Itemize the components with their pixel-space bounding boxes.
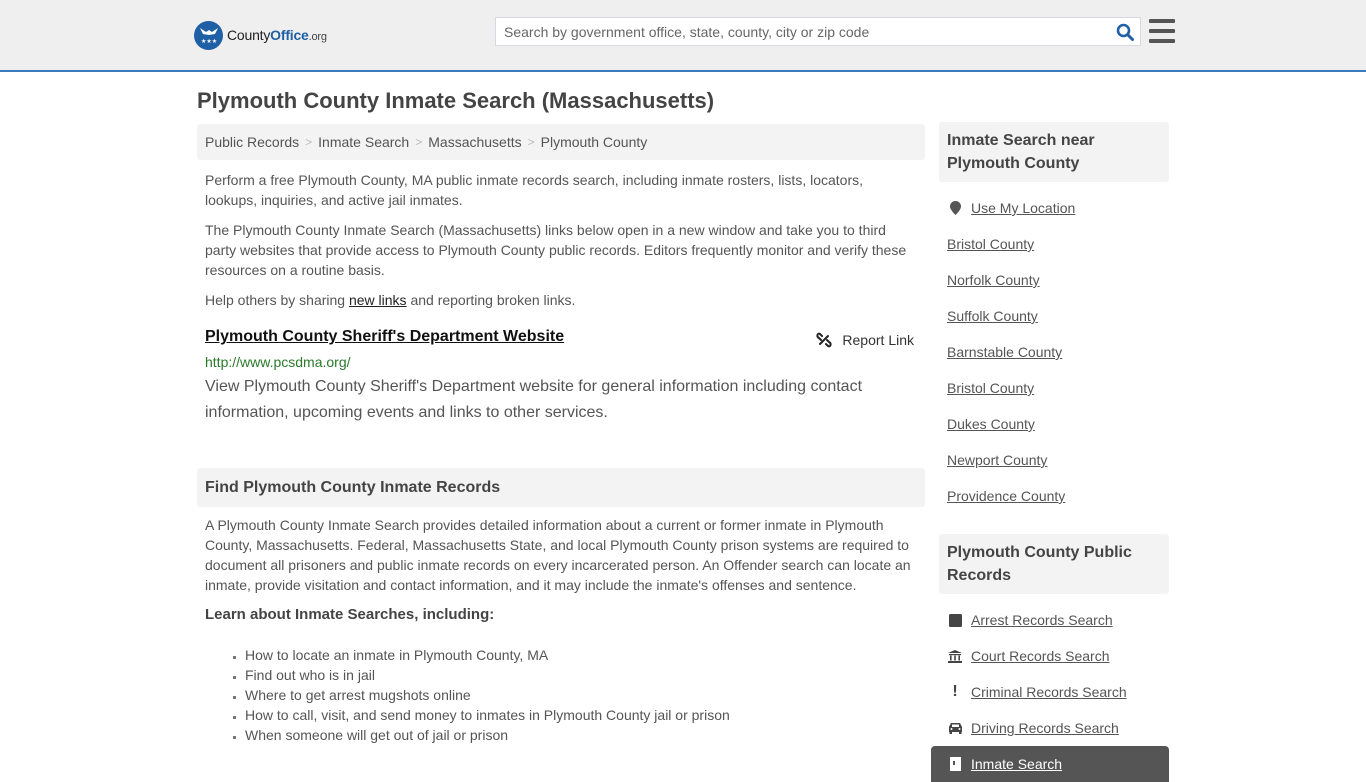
nearby-heading: Inmate Search near Plymouth County [939, 122, 1169, 182]
inmate-search-link[interactable]: Inmate Search [971, 756, 1062, 772]
share-links-paragraph: Help others by sharing new links and rep… [197, 290, 583, 310]
breadcrumb-separator: > [305, 135, 313, 149]
courthouse-icon [947, 649, 963, 663]
list-item: How to call, visit, and send money to in… [245, 705, 730, 725]
records-section-body: A Plymouth County Inmate Search provides… [205, 517, 911, 593]
resource-url: http://www.pcsdma.org/ [205, 354, 351, 370]
nearby-county-link[interactable]: Bristol County [947, 380, 1034, 396]
menu-bar [1149, 39, 1175, 43]
inmate-search-active-item[interactable]: Inmate Search [931, 746, 1169, 782]
menu-bar [1149, 29, 1175, 33]
list-item: How to locate an inmate in Plymouth Coun… [245, 645, 730, 665]
learn-heading: Learn about Inmate Searches, including: [205, 606, 495, 623]
site-search [495, 17, 1141, 46]
driving-records-link[interactable]: Driving Records Search [971, 720, 1119, 736]
nearby-item: Bristol County [947, 370, 1169, 406]
arrest-records-link[interactable]: Arrest Records Search [971, 612, 1113, 628]
page-title: Plymouth County Inmate Search (Massachus… [197, 88, 715, 113]
nearby-item: Suffolk County [947, 298, 1169, 334]
nearby-item: Dukes County [947, 406, 1169, 442]
jail-door-icon [947, 757, 963, 771]
broken-link-icon [816, 332, 832, 348]
nearby-county-link[interactable]: Barnstable County [947, 344, 1062, 360]
breadcrumb: Public Records > Inmate Search > Massach… [197, 124, 925, 160]
public-records-heading: Plymouth County Public Records [939, 534, 1169, 594]
menu-bar [1149, 19, 1175, 23]
site-header: ★★★ CountyOffice.org [0, 0, 1366, 72]
intro-paragraph: Perform a free Plymouth County, MA publi… [205, 172, 864, 208]
car-icon [947, 722, 963, 734]
use-my-location-link[interactable]: Use My Location [971, 200, 1075, 216]
nearby-item: Norfolk County [947, 262, 1169, 298]
arrest-square-icon [947, 613, 963, 627]
search-button[interactable] [1110, 18, 1140, 45]
exclamation-icon: ! [952, 683, 958, 700]
search-input[interactable] [496, 18, 1110, 45]
nearby-item: Newport County [947, 442, 1169, 478]
nearby-county-link[interactable]: Dukes County [947, 416, 1035, 432]
list-item: Where to get arrest mugshots online [245, 685, 730, 705]
new-links-link[interactable]: new links [349, 292, 407, 308]
court-records-link[interactable]: Court Records Search [971, 648, 1110, 664]
learn-list: How to locate an inmate in Plymouth Coun… [245, 645, 730, 745]
site-logo[interactable]: ★★★ CountyOffice.org [194, 20, 327, 50]
sidebar: Inmate Search near Plymouth County Use M… [931, 122, 1169, 782]
logo-text-office: Office [270, 27, 309, 43]
logo-wordmark: CountyOffice.org [227, 27, 327, 43]
disclaimer-paragraph: The Plymouth County Inmate Search (Massa… [205, 222, 907, 278]
nearby-list: Use My Location Bristol County Norfolk C… [939, 190, 1169, 514]
list-item: Find out who is in jail [245, 665, 730, 685]
share-text: and reporting broken links. [406, 292, 576, 308]
breadcrumb-separator: > [527, 135, 535, 149]
breadcrumb-public-records[interactable]: Public Records [205, 134, 299, 150]
public-records-item: Court Records Search [947, 638, 1169, 674]
breadcrumb-inmate-search[interactable]: Inmate Search [318, 134, 409, 150]
nearby-county-link[interactable]: Bristol County [947, 236, 1034, 252]
public-records-list: Arrest Records Search Court Records Sear… [939, 602, 1169, 746]
report-link-label: Report Link [842, 332, 914, 348]
resource-link-card: Plymouth County Sheriff's Department Web… [197, 328, 925, 426]
records-section-heading: Find Plymouth County Inmate Records [197, 468, 925, 507]
nearby-county-link[interactable]: Providence County [947, 488, 1065, 504]
search-icon [1116, 23, 1134, 41]
main-content: Public Records > Inmate Search > Massach… [197, 124, 925, 743]
map-marker-icon [947, 201, 963, 215]
share-text: Help others by sharing [205, 292, 349, 308]
eagle-logo-icon: ★★★ [194, 20, 223, 50]
nearby-county-link[interactable]: Newport County [947, 452, 1047, 468]
hamburger-menu-icon[interactable] [1149, 19, 1175, 43]
nearby-item: Providence County [947, 478, 1169, 514]
public-records-item: Arrest Records Search [947, 602, 1169, 638]
nearby-item: Bristol County [947, 226, 1169, 262]
report-link-button[interactable]: Report Link [816, 332, 914, 348]
criminal-records-link[interactable]: Criminal Records Search [971, 684, 1127, 700]
resource-description: View Plymouth County Sheriff's Departmen… [205, 378, 863, 421]
breadcrumb-massachusetts[interactable]: Massachusetts [428, 134, 521, 150]
public-records-item: ! Criminal Records Search [947, 674, 1169, 710]
nearby-item: Barnstable County [947, 334, 1169, 370]
breadcrumb-plymouth-county[interactable]: Plymouth County [541, 134, 648, 150]
logo-text-county: County [227, 27, 271, 43]
svg-text:★★★: ★★★ [201, 38, 217, 45]
use-location-item: Use My Location [947, 190, 1169, 226]
nearby-county-link[interactable]: Suffolk County [947, 308, 1038, 324]
list-item: When someone will get out of jail or pri… [245, 725, 730, 745]
logo-text-tld: .org [308, 31, 327, 43]
resource-title-link[interactable]: Plymouth County Sheriff's Department Web… [205, 328, 564, 345]
breadcrumb-separator: > [415, 135, 423, 149]
nearby-county-link[interactable]: Norfolk County [947, 272, 1040, 288]
public-records-item: Driving Records Search [947, 710, 1169, 746]
